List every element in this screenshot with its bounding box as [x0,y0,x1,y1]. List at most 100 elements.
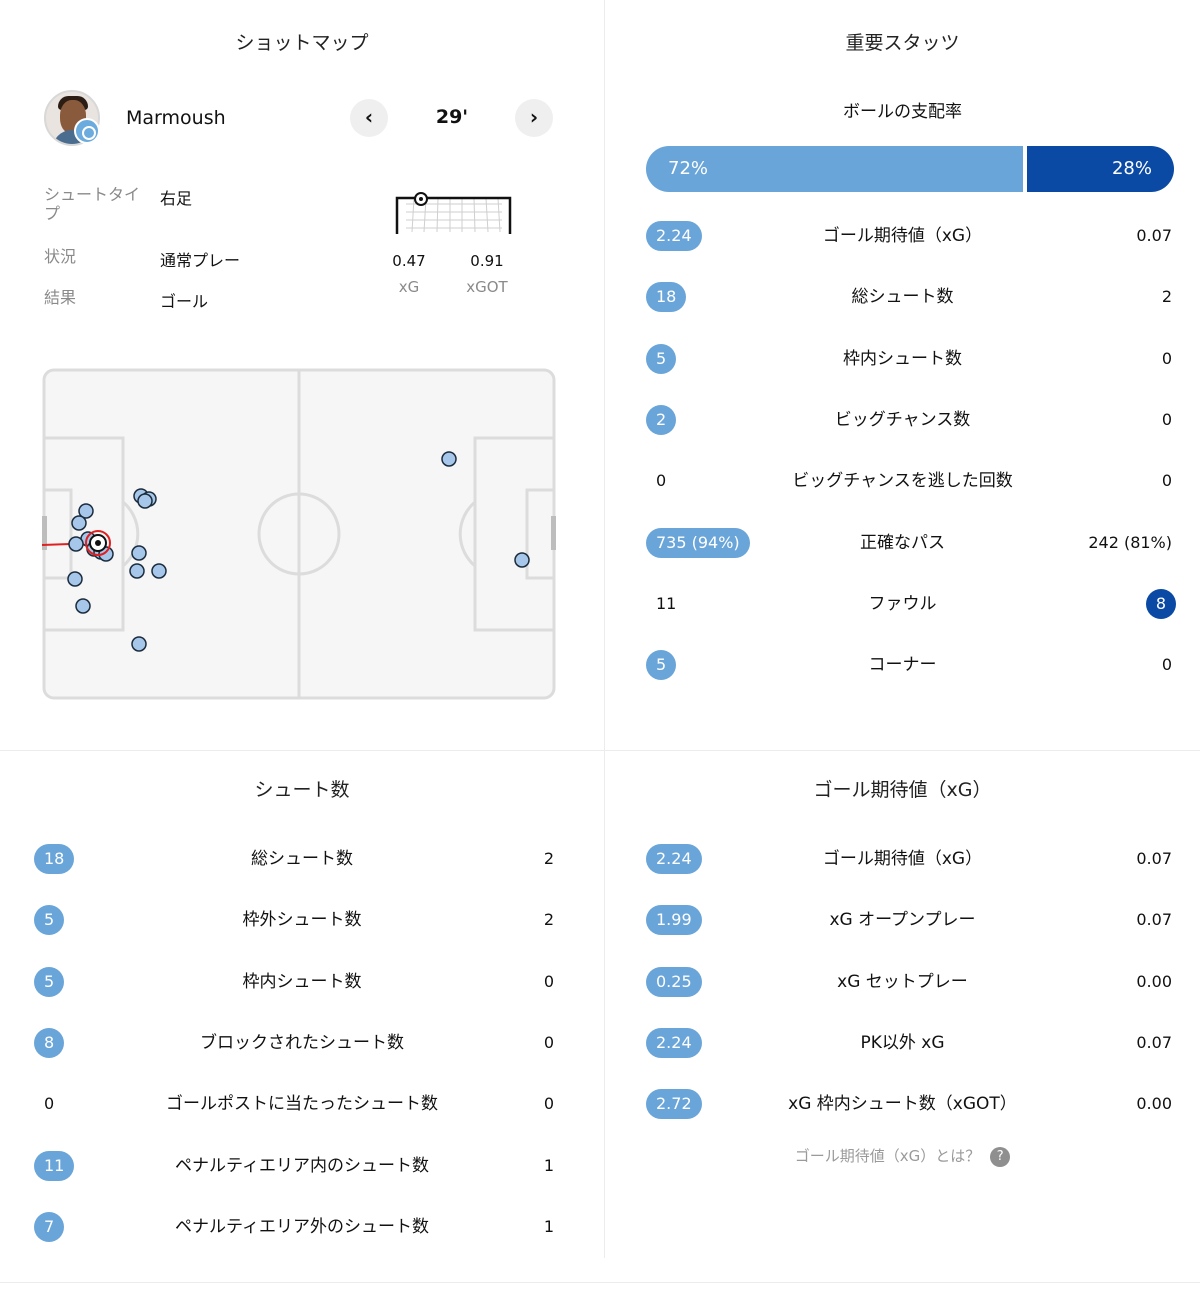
shot-marker[interactable] [514,552,530,568]
help-icon[interactable]: ? [990,1147,1011,1167]
stat-label: ビッグチャンス数 [834,409,971,430]
stat-away-value: 0.07 [1136,226,1172,245]
stat-away-value: 2 [1161,287,1172,307]
stat-home-value: 18 [646,282,687,313]
stat-label: xG セットプレー [837,971,968,992]
shot-marker[interactable] [441,451,457,467]
stat-label: ゴールポストに当たったシュート数 [166,1094,438,1115]
stat-home-value: 5 [34,905,65,936]
shot-map-pitch [42,368,556,700]
stat-away-value: 0 [543,1032,554,1052]
shot-marker[interactable] [67,571,83,587]
stat-away-value: 0 [543,971,554,991]
stat-row: 2.24 PK以外 xG 0.07 [605,1023,1200,1063]
stat-away-value: 1 [543,1155,554,1175]
shots-panel: シュート数 18 総シュート数 2 5 枠外シュート数 2 5 枠内シュート数 0 8 ブロックされ… [0,751,604,1261]
stat-home-value: 18 [34,844,75,874]
goal-mouth-icon [395,192,512,234]
stat-row: 11 ペナルティエリア内のシュート数 1 [0,1146,604,1186]
stat-home-value: 7 [34,1211,65,1242]
xgot-value: 0.91 [470,252,504,270]
shot-marker[interactable] [75,598,91,614]
shot-marker[interactable] [131,545,147,561]
stat-row: 2 ビッグチャンス数 0 [605,400,1200,440]
possession-away: 28% [1027,146,1174,192]
stat-row: 2.72 xG 枠内シュート数（xGOT） 0.00 [605,1084,1200,1124]
stat-label: 総シュート数 [851,287,954,308]
stat-label: 枠外シュート数 [242,910,362,931]
stat-label: 総シュート数 [251,849,353,869]
stat-home-value: 0.25 [646,966,702,997]
stat-label: ビッグチャンスを逃した回数 [792,471,1013,492]
stat-away-value: 2 [543,849,554,868]
situation-value: 通常プレー [160,251,241,270]
stat-home-value: 2.24 [646,221,702,251]
stat-away-value: 0.07 [1136,849,1172,868]
stat-home-value: 2.24 [646,1027,702,1058]
shot-marker[interactable] [131,636,147,652]
panel-title: ショットマップ [235,32,369,54]
stat-home-value: 2 [646,404,677,435]
stat-home-value: 5 [646,650,677,681]
stat-row: 7 ペナルティエリア外のシュート数 1 [0,1207,604,1247]
prev-shot-button[interactable]: ‹ [350,99,388,137]
stat-away-value: 0 [1161,348,1172,368]
shot-type-label: シュートタイプ [44,185,141,223]
stat-away-value: 242 (81%) [1088,532,1172,552]
stat-row: 5 枠内シュート数 0 [0,962,604,1002]
shot-marker[interactable] [137,493,153,509]
possession-label: ボールの支配率 [843,102,962,122]
stat-label: 枠内シュート数 [843,348,962,369]
stat-away-value: 0.07 [1136,910,1172,930]
stat-row: 0 ビッグチャンスを逃した回数 0 [605,461,1200,501]
stat-row: 735 (94%) 正確なパス 242 (81%) [605,523,1200,563]
stat-home-value: 2.72 [646,1089,702,1120]
club-badge-icon [74,118,100,144]
stat-away-value: 0 [543,1094,554,1114]
bottom-divider [0,1282,1200,1283]
stat-row: 8 ブロックされたシュート数 0 [0,1023,604,1063]
possession-home: 72% [646,146,1023,192]
xg-value: 0.47 [392,252,426,270]
stat-label: ペナルティエリア内のシュート数 [175,1155,429,1176]
xg-help-text[interactable]: ゴール期待値（xG）とは？ [795,1147,981,1165]
shotmap-panel: ショットマップ Marmoush ‹ 29' › シュートタイプ 右足 状況 通… [0,0,604,750]
next-shot-button[interactable]: › [515,99,553,137]
stat-row: 2.24 ゴール期待値（xG） 0.07 [605,839,1200,879]
stat-away-value: 0 [1161,471,1172,491]
shot-marker[interactable] [151,563,167,579]
stat-label: 正確なパス [860,532,945,553]
stat-away-value: 8 [1145,588,1176,619]
situation-label: 状況 [44,247,77,266]
stat-home-value: 1.99 [646,905,702,936]
player-name[interactable]: Marmoush [126,107,226,129]
xg-panel: ゴール期待値（xG） 2.24 ゴール期待値（xG） 0.07 1.99 xG オープン… [605,751,1200,1261]
stat-away-value: 1 [543,1216,554,1236]
stat-home-value: 5 [646,343,677,374]
stat-label: PK以外 xG [860,1032,945,1053]
stat-row: 18 総シュート数 2 [0,839,604,879]
stat-home-value: 5 [34,966,65,997]
stat-row: 2.24 ゴール期待値（xG） 0.07 [605,216,1200,256]
stat-label: ファウル [868,593,937,614]
stat-label: ブロックされたシュート数 [200,1032,404,1053]
shot-marker[interactable] [71,515,87,531]
shot-minute: 29' [435,106,469,128]
stat-away-value: 2 [543,910,554,930]
shot-marker[interactable] [68,536,84,552]
stat-row: 0 ゴールポストに当たったシュート数 0 [0,1084,604,1124]
stat-row: 1.99 xG オープンプレー 0.07 [605,900,1200,940]
stat-label: 枠内シュート数 [242,971,362,992]
stat-label: xG オープンプレー [829,910,976,931]
possession-bar: 72% 28% [646,146,1174,192]
xg-help-link[interactable]: ゴール期待値（xG）とは？? [605,1145,1200,1167]
stat-away-value: 0.07 [1136,1032,1172,1052]
panel-title: ゴール期待値（xG） [813,779,992,801]
stat-home-value: 8 [34,1027,65,1058]
goal-ball-center [95,540,101,546]
stat-row: 5 コーナー 0 [605,645,1200,685]
stat-row: 18 総シュート数 2 [605,277,1200,317]
key-stats-panel: 重要スタッツ ボールの支配率 72% 28% 2.24 ゴール期待値（xG） 0.0… [605,0,1200,750]
stat-row: 5 枠外シュート数 2 [0,900,604,940]
shot-marker[interactable] [129,563,145,579]
